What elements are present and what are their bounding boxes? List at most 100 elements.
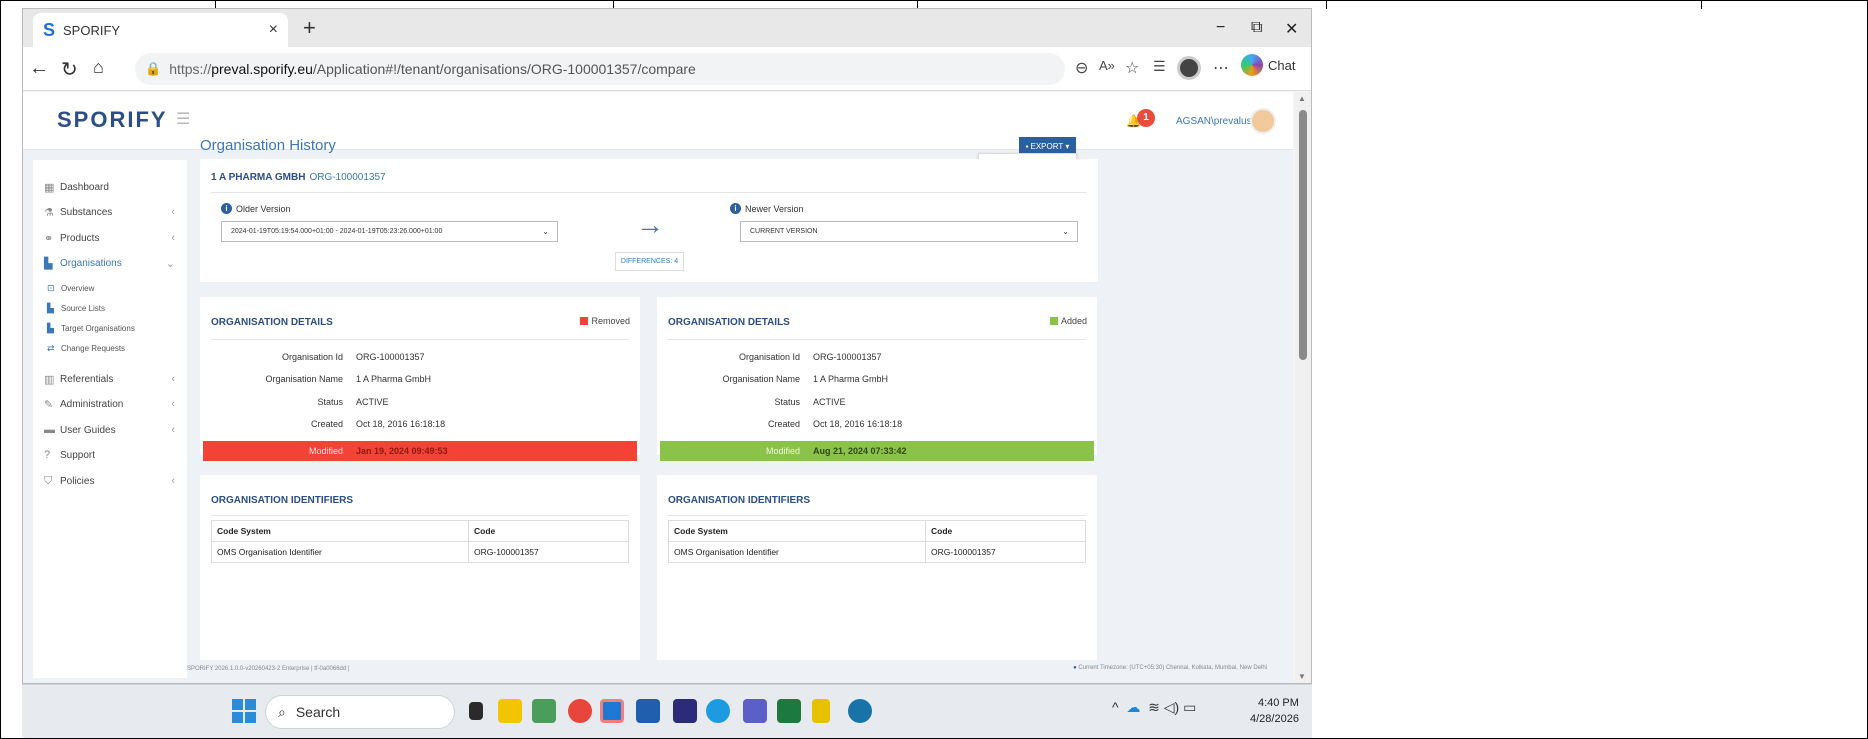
timezone-value: Current Timezone: (UTC+05:30) Chennai, K… xyxy=(1078,665,1267,671)
sidebar-subitem-target-organisations[interactable]: ▙ Target Organisations xyxy=(47,319,135,337)
differences-button[interactable]: DIFFERENCES: 4 xyxy=(615,252,684,271)
newer-version-select[interactable]: CURRENT VERSION ⌄ xyxy=(740,221,1078,242)
favorite-star-icon[interactable]: ☆ xyxy=(1125,58,1139,78)
excel-icon[interactable] xyxy=(777,699,801,723)
close-tab-icon[interactable]: × xyxy=(269,21,278,39)
newer-version-label: i Newer Version xyxy=(730,203,804,214)
back-icon[interactable]: ← xyxy=(29,57,49,80)
sidebar-item-label: Products xyxy=(60,232,100,244)
scroll-down-icon[interactable]: ▼ xyxy=(1298,672,1306,681)
lock-icon: 🔒 xyxy=(145,61,162,76)
subitem-label: Source Lists xyxy=(61,303,106,313)
menu-toggle-icon[interactable]: ☰ xyxy=(176,109,190,129)
detail-row-modified-removed: Modified Jan 19, 2024 09:49:53 xyxy=(203,441,637,461)
scroll-up-icon[interactable]: ▲ xyxy=(1298,94,1306,103)
cloud-icon[interactable]: ☁ xyxy=(1126,699,1140,715)
detail-value: ORG-100001357 xyxy=(356,352,425,362)
sidebar-subitem-change-requests[interactable]: ⇄ Change Requests xyxy=(47,339,125,357)
detail-value: ACTIVE xyxy=(813,397,846,407)
detail-row-modified-added: Modified Aug 21, 2024 07:33:42 xyxy=(660,441,1094,461)
question-icon: ? xyxy=(44,449,51,461)
url-prefix: https:// xyxy=(169,61,212,77)
more-icon[interactable]: ⋯ xyxy=(1213,58,1229,78)
sidebar-item-policies[interactable]: ⛉ Policies ‹ xyxy=(33,469,187,493)
file-explorer-icon[interactable] xyxy=(498,699,522,723)
sidebar-item-administration[interactable]: ✎ Administration ‹ xyxy=(33,392,187,416)
wrench-icon: ✎ xyxy=(44,398,54,411)
notification-badge[interactable]: 1 xyxy=(1137,109,1155,127)
table-header-row: Code System Code xyxy=(212,521,628,563)
panel-title: ORGANISATION DETAILS xyxy=(211,317,333,328)
home-icon[interactable]: ⌂ xyxy=(93,57,104,78)
task-view-icon[interactable] xyxy=(469,702,483,720)
detail-label: Organisation Name xyxy=(722,374,800,384)
url-field[interactable]: 🔒 https://preval.sporify.eu/Application#… xyxy=(135,53,1065,85)
new-tab-button[interactable]: + xyxy=(303,17,316,39)
app-icon[interactable] xyxy=(532,699,556,723)
details-panel-new: ORGANISATION DETAILS Added Organisation … xyxy=(657,297,1097,461)
restore-button[interactable]: ⧉ xyxy=(1251,19,1262,37)
sidebar-item-referentials[interactable]: ▥ Referentials ‹ xyxy=(33,367,187,391)
sidebar-item-user-guides[interactable]: ▬ User Guides ‹ xyxy=(33,418,187,442)
vertical-scrollbar[interactable]: ▲ ▼ xyxy=(1295,92,1311,683)
edge-icon[interactable] xyxy=(706,699,730,723)
cell-code-system: OMS Organisation Identifier xyxy=(217,547,322,557)
older-version-select[interactable]: 2024-01-19T05:19:54.000+01:00 - 2024-01-… xyxy=(221,221,558,242)
scroll-thumb[interactable] xyxy=(1299,110,1307,360)
system-tray[interactable]: ^ ☁ ≋ ◁) ▭ xyxy=(1112,699,1196,716)
close-window-button[interactable]: ✕ xyxy=(1285,19,1298,39)
teams-icon[interactable] xyxy=(743,699,767,723)
chevron-down-icon: ⌄ xyxy=(1062,227,1069,236)
wifi-icon[interactable]: ≋ xyxy=(1148,699,1160,715)
copilot-chat-button[interactable]: Chat xyxy=(1241,54,1295,76)
detail-row: Created Oct 18, 2016 16:18:18 xyxy=(660,419,1094,439)
chevron-up-icon[interactable]: ^ xyxy=(1112,699,1119,715)
taskbar-search[interactable]: ⌕ Search xyxy=(265,695,455,729)
zoom-icon[interactable]: ⊖ xyxy=(1075,58,1088,78)
cell-code: ORG-100001357 xyxy=(474,547,539,557)
newer-label-text: Newer Version xyxy=(745,203,804,214)
refresh-icon[interactable]: ↻ xyxy=(61,57,78,82)
bar-chart-icon: ▙ xyxy=(47,302,54,313)
detail-row: Organisation Name 1 A Pharma GmbH xyxy=(203,374,637,394)
sidebar-subitem-source-lists[interactable]: ▙ Source Lists xyxy=(47,299,105,317)
sidebar-item-substances[interactable]: ⚗ Substances ‹ xyxy=(33,200,187,224)
battery-icon[interactable]: ▭ xyxy=(1183,699,1196,715)
read-aloud-icon[interactable]: A» xyxy=(1099,58,1115,73)
separator xyxy=(211,192,1087,193)
app-icon[interactable] xyxy=(673,699,697,723)
app-icon[interactable] xyxy=(848,699,872,723)
clock[interactable]: 4:40 PM 4/28/2026 xyxy=(1250,695,1299,727)
subitem-label: Overview xyxy=(61,283,95,293)
detail-label: Organisation Name xyxy=(265,374,343,384)
tab-strip: S SPORIFY × + − ⧉ ✕ xyxy=(23,9,1311,47)
sporify-tab-icon: S xyxy=(43,19,56,40)
windows-start-icon[interactable] xyxy=(232,699,256,723)
sidebar-item-products[interactable]: ⚭ Products ‹ xyxy=(33,226,187,250)
sidebar-item-support[interactable]: ? Support xyxy=(33,443,187,467)
app-icon[interactable] xyxy=(636,699,660,723)
panel-title: ORGANISATION DETAILS xyxy=(668,317,790,328)
favorites-icon[interactable]: ☰ xyxy=(1153,58,1166,75)
detail-label: Created xyxy=(767,419,800,429)
older-version-label: i Older Version xyxy=(221,203,291,214)
user-avatar[interactable] xyxy=(1250,108,1276,134)
volume-icon[interactable]: ◁) xyxy=(1164,699,1179,715)
minimize-button[interactable]: − xyxy=(1216,19,1225,37)
sporify-logo[interactable]: SPORIFY xyxy=(57,107,168,133)
identifiers-table: Code System Code OMS Organisation Identif… xyxy=(668,520,1086,563)
outlook-icon[interactable] xyxy=(600,699,624,723)
chevron-left-icon: ‹ xyxy=(171,424,175,436)
sidebar-subitem-overview[interactable]: ⊡ Overview xyxy=(47,279,94,297)
sidebar-item-label: Dashboard xyxy=(60,181,109,193)
browser-tab[interactable]: S SPORIFY × xyxy=(33,13,288,47)
identifiers-panel-old: ORGANISATION IDENTIFIERS Code System Code… xyxy=(200,475,640,660)
chrome-icon[interactable] xyxy=(568,699,592,723)
profile-avatar[interactable] xyxy=(1177,56,1201,80)
notepad-icon[interactable] xyxy=(812,699,830,723)
sidebar-item-organisations[interactable]: ▙ Organisations ⌄ xyxy=(33,251,187,275)
app-footer: SPORIFY 2026.1.0.0-v20260423-2 Enterpris… xyxy=(177,660,1287,678)
sidebar-item-dashboard[interactable]: ▦ Dashboard xyxy=(33,175,187,199)
arrow-right-icon: → xyxy=(636,209,664,240)
sidebar-item-label: Organisations xyxy=(60,257,122,269)
